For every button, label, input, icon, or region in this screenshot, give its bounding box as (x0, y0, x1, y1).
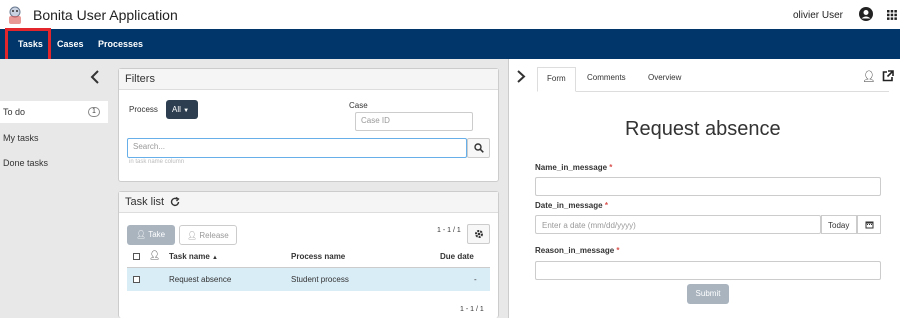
gear-icon (475, 230, 483, 238)
release-button[interactable]: 👤︎ Release (179, 225, 237, 245)
cell-due-date: - (474, 275, 477, 284)
column-process-name[interactable]: Process name (291, 252, 345, 261)
filters-title: Filters (119, 69, 498, 90)
date-input[interactable]: Enter a date (mm/dd/yyyy) (535, 215, 821, 234)
search-button[interactable] (467, 138, 490, 158)
reason-input[interactable] (535, 261, 881, 280)
case-label: Case (349, 101, 368, 110)
refresh-icon[interactable] (170, 197, 180, 207)
name-field-label-text: Name_in_message (535, 163, 608, 172)
sort-up-icon: ▲ (212, 255, 218, 261)
process-label: Process (129, 105, 158, 114)
user-name[interactable]: olivier User (793, 10, 843, 21)
required-marker: * (609, 163, 613, 172)
reason-field-label-text: Reason_in_message (535, 246, 615, 255)
tabs-divider (537, 91, 889, 92)
release-label: Release (199, 231, 229, 240)
select-all-checkbox[interactable] (133, 253, 140, 260)
column-task-name-label: Task name (169, 252, 210, 261)
process-select-value: All (172, 105, 181, 114)
chevron-right-icon[interactable] (517, 70, 526, 83)
calendar-button[interactable] (857, 215, 881, 234)
assign-user-icon[interactable]: 👤︎ (862, 70, 876, 83)
user-account-icon[interactable] (859, 7, 873, 21)
date-field-label-text: Date_in_message (535, 201, 603, 210)
sidebar-item-label: My tasks (3, 133, 39, 143)
nav-tab-cases[interactable]: Cases (57, 39, 84, 49)
search-input[interactable]: Search... (127, 138, 467, 158)
bonita-logo-icon (9, 6, 21, 24)
tab-form[interactable]: Form (537, 67, 576, 92)
sidebar-item-label: To do (3, 107, 26, 117)
required-marker: * (616, 246, 620, 255)
today-button[interactable]: Today (821, 215, 857, 234)
sidebar (0, 59, 108, 318)
form-title: Request absence (625, 118, 781, 140)
submit-button[interactable]: Submit (687, 284, 729, 304)
search-icon (474, 143, 484, 153)
cell-process-name: Student process (291, 275, 349, 284)
cell-task-name[interactable]: Request absence (169, 275, 231, 284)
take-label: Take (148, 230, 166, 239)
sidebar-item-label: Done tasks (3, 158, 49, 168)
apps-grid-icon[interactable] (887, 10, 897, 20)
count-badge: 1 (88, 107, 100, 117)
sidebar-item-done-tasks[interactable]: Done tasks (0, 152, 108, 174)
search-placeholder: Search... (133, 142, 166, 151)
sidebar-item-my-tasks[interactable]: My tasks (0, 127, 108, 149)
column-due-date[interactable]: Due date (440, 252, 474, 261)
submit-label: Submit (695, 289, 721, 298)
row-checkbox[interactable] (133, 276, 140, 283)
settings-button[interactable] (467, 224, 490, 244)
sidebar-item-to-do[interactable]: To do 1 (0, 101, 108, 123)
assigned-user-icon: 👤︎ (149, 250, 161, 260)
take-button[interactable]: 👤︎ Take (127, 225, 175, 245)
date-placeholder: Enter a date (mm/dd/yyyy) (542, 221, 636, 230)
pagination-top: 1 - 1 / 1 (437, 227, 461, 234)
tab-overview[interactable]: Overview (639, 67, 690, 88)
reason-field-label: Reason_in_message * (535, 246, 620, 255)
tab-comments[interactable]: Comments (578, 67, 635, 88)
calendar-icon (865, 221, 874, 229)
date-field-label: Date_in_message * (535, 201, 608, 210)
user-icon: 👤︎ (136, 230, 147, 239)
chevron-left-icon[interactable] (90, 70, 100, 84)
case-id-input[interactable]: Case ID (355, 112, 473, 131)
search-hint: in task name column (129, 159, 185, 165)
column-task-name[interactable]: Task name ▲ (169, 252, 218, 261)
task-list-title: Task list (125, 196, 165, 208)
user-outline-icon: 👤︎ (187, 231, 198, 240)
nav-tab-processes[interactable]: Processes (98, 39, 143, 49)
name-field-label: Name_in_message * (535, 163, 612, 172)
case-id-placeholder: Case ID (361, 116, 390, 125)
required-marker: * (604, 201, 608, 210)
open-external-icon[interactable] (882, 70, 894, 82)
process-select[interactable]: All ▼ (166, 100, 198, 119)
app-title: Bonita User Application (33, 7, 178, 23)
main-nav: Tasks Cases Processes (0, 29, 900, 59)
name-input[interactable] (535, 177, 881, 196)
caret-down-icon: ▼ (183, 108, 190, 114)
today-label: Today (828, 221, 850, 230)
pagination-bottom: 1 - 1 / 1 (460, 306, 484, 313)
top-bar: Bonita User Application olivier User (0, 0, 900, 29)
